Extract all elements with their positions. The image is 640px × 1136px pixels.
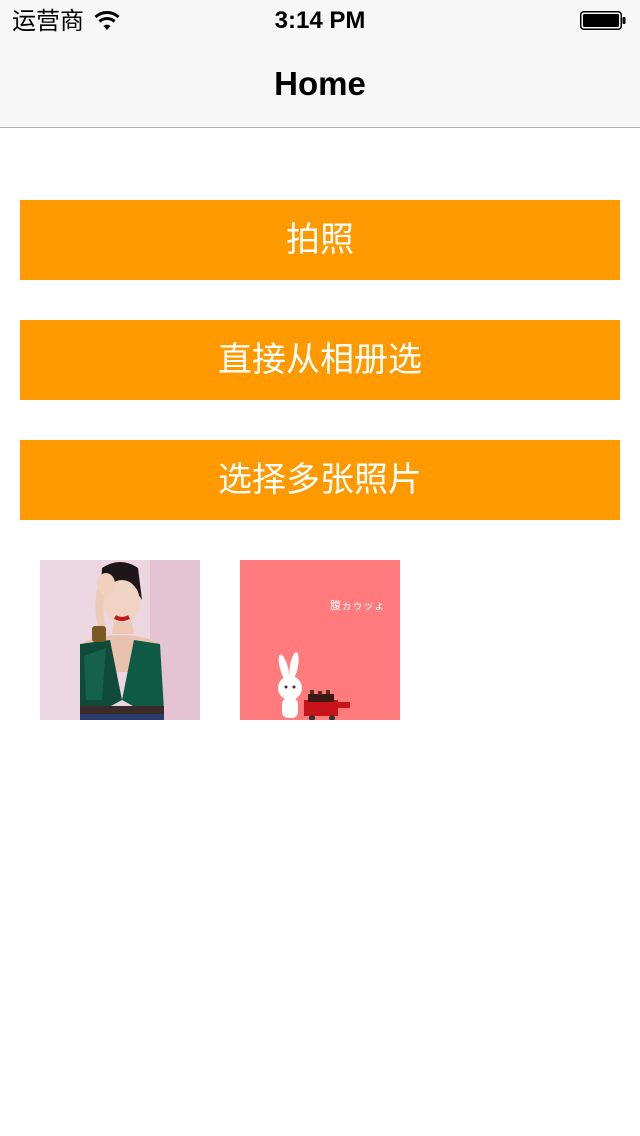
battery-icon (580, 11, 626, 30)
photo-thumbnail-bunny[interactable]: 腹ヵゥッょ (240, 560, 400, 720)
choose-from-album-button[interactable]: 直接从相册选 (20, 320, 620, 400)
choose-multiple-photos-button[interactable]: 选择多张照片 (20, 440, 620, 520)
woman-portrait-image (40, 560, 200, 720)
bunny-illustration-image: 腹ヵゥッょ (240, 560, 400, 720)
photo-thumbnail-woman[interactable] (40, 560, 200, 720)
status-time: 3:14 PM (274, 7, 366, 34)
bunny-image-caption: 腹ヵゥッょ (330, 598, 385, 612)
top-bar: 运营商 3:14 PM Home (0, 0, 640, 128)
take-photo-button[interactable]: 拍照 (20, 200, 620, 280)
page-title: Home (274, 65, 366, 102)
screen: 运营商 3:14 PM Home 拍照 直接从相册选 选择多张照片 腹ヵゥッょ (0, 0, 640, 1136)
status-bar: 运营商 3:14 PM (0, 0, 640, 40)
